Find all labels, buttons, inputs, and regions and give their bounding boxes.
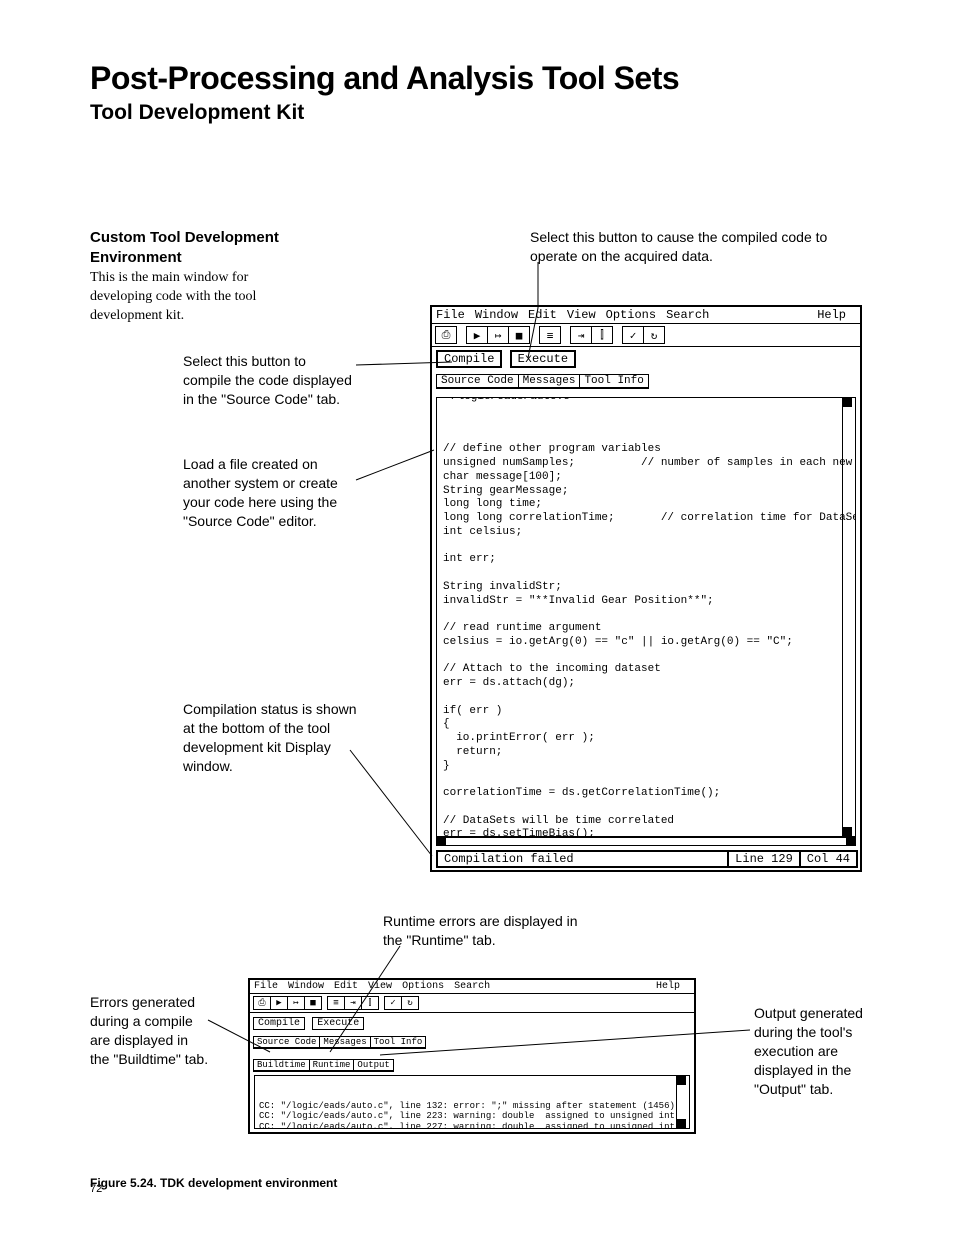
page-subtitle: Tool Development Kit bbox=[90, 101, 874, 125]
callout-runtime: Runtime errors are displayed in the "Run… bbox=[383, 912, 593, 950]
tab-tool-info[interactable]: Tool Info bbox=[370, 1036, 427, 1049]
menu-help[interactable]: Help bbox=[817, 308, 846, 322]
stop-icon[interactable]: ■ bbox=[508, 326, 530, 344]
menu-search[interactable]: Search bbox=[454, 981, 490, 992]
list-icon[interactable]: ≡ bbox=[327, 996, 345, 1010]
print-icon[interactable]: ⎙ bbox=[435, 326, 457, 344]
list-icon[interactable]: ≡ bbox=[539, 326, 561, 344]
check-icon[interactable]: ✓ bbox=[622, 326, 644, 344]
execute-button[interactable]: Execute bbox=[312, 1017, 364, 1030]
tab-source-code[interactable]: Source Code bbox=[253, 1036, 320, 1049]
split-icon[interactable]: ⫿ bbox=[591, 326, 613, 344]
group-icon[interactable]: ⇥ bbox=[344, 996, 362, 1010]
menu-edit[interactable]: Edit bbox=[528, 308, 557, 322]
menu-search[interactable]: Search bbox=[666, 308, 709, 322]
status-line: Line 129 bbox=[727, 850, 801, 868]
menu-file[interactable]: File bbox=[254, 981, 278, 992]
messages-output[interactable]: CC: "/logic/eads/auto.c", line 132: erro… bbox=[254, 1075, 690, 1129]
source-code-editor[interactable]: /logic/eads/auto.c // define other progr… bbox=[436, 397, 856, 837]
tab-messages[interactable]: Messages bbox=[518, 374, 581, 389]
tdk-messages-window: File Window Edit View Options Search Hel… bbox=[248, 978, 696, 1134]
print-icon[interactable]: ⎙ bbox=[253, 996, 271, 1010]
step-icon[interactable]: ↦ bbox=[287, 996, 305, 1010]
horizontal-scrollbar[interactable] bbox=[436, 837, 856, 846]
menubar-small: File Window Edit View Options Search Hel… bbox=[250, 980, 694, 994]
menu-options[interactable]: Options bbox=[402, 981, 444, 992]
tdk-main-window: File Window Edit View Options Search Hel… bbox=[430, 305, 862, 872]
page-title: Post-Processing and Analysis Tool Sets bbox=[90, 60, 874, 97]
loop-icon[interactable]: ↻ bbox=[643, 326, 665, 344]
tab-output[interactable]: Output bbox=[353, 1059, 393, 1072]
toolbar: ⎙ ▶ ↦ ■ ≡ ⇥ ⫿ ✓ ↻ bbox=[432, 324, 860, 347]
split-icon[interactable]: ⫿ bbox=[361, 996, 379, 1010]
compile-button[interactable]: Compile bbox=[436, 350, 502, 368]
group-icon[interactable]: ⇥ bbox=[570, 326, 592, 344]
compile-button[interactable]: Compile bbox=[253, 1017, 305, 1030]
tab-messages[interactable]: Messages bbox=[319, 1036, 370, 1049]
run-icon[interactable]: ▶ bbox=[466, 326, 488, 344]
vertical-scrollbar[interactable] bbox=[842, 398, 851, 836]
callout-output: Output generated during the tool's execu… bbox=[754, 1004, 874, 1098]
stop-icon[interactable]: ■ bbox=[304, 996, 322, 1010]
vertical-scrollbar[interactable] bbox=[676, 1076, 685, 1128]
figure-caption: Figure 5.24. TDK development environment bbox=[90, 1176, 337, 1190]
menubar: File Window Edit View Options Search Hel… bbox=[432, 307, 860, 324]
check-icon[interactable]: ✓ bbox=[384, 996, 402, 1010]
tab-source-code[interactable]: Source Code bbox=[436, 374, 519, 389]
menu-file[interactable]: File bbox=[436, 308, 465, 322]
source-code-text: // define other program variables unsign… bbox=[443, 443, 849, 837]
section-body: This is the main window for developing c… bbox=[90, 269, 280, 326]
upper-tabs: Source CodeMessagesTool Info bbox=[432, 370, 860, 391]
run-icon[interactable]: ▶ bbox=[270, 996, 288, 1010]
tab-runtime[interactable]: Runtime bbox=[309, 1059, 355, 1072]
menu-window[interactable]: Window bbox=[475, 308, 518, 322]
menu-edit[interactable]: Edit bbox=[334, 981, 358, 992]
toolbar-small: ⎙ ▶ ↦ ■ ≡ ⇥ ⫿ ✓ ↻ bbox=[250, 994, 694, 1013]
tab-buildtime[interactable]: Buildtime bbox=[253, 1059, 310, 1072]
execute-button[interactable]: Execute bbox=[510, 350, 576, 368]
tab-tool-info[interactable]: Tool Info bbox=[579, 374, 648, 389]
statusbar: Compilation failed Line 129 Col 44 bbox=[436, 850, 856, 868]
page-number: 72 bbox=[90, 1183, 102, 1195]
menu-options[interactable]: Options bbox=[606, 308, 656, 322]
step-icon[interactable]: ↦ bbox=[487, 326, 509, 344]
status-message: Compilation failed bbox=[436, 850, 729, 868]
callout-status: Compilation status is shown at the botto… bbox=[183, 700, 363, 776]
loop-icon[interactable]: ↻ bbox=[401, 996, 419, 1010]
callout-source-editor: Load a file created on another system or… bbox=[183, 455, 353, 531]
status-col: Col 44 bbox=[799, 850, 858, 868]
messages-text: CC: "/logic/eads/auto.c", line 132: erro… bbox=[259, 1101, 685, 1129]
section-heading: Custom Tool Development Environment bbox=[90, 228, 280, 267]
callout-execute: Select this button to cause the compiled… bbox=[530, 228, 830, 266]
menu-help[interactable]: Help bbox=[656, 981, 680, 992]
menu-view[interactable]: View bbox=[368, 981, 392, 992]
menu-view[interactable]: View bbox=[567, 308, 596, 322]
callout-buildtime: Errors generated during a compile are di… bbox=[90, 993, 210, 1069]
menu-window[interactable]: Window bbox=[288, 981, 324, 992]
callout-compile: Select this button to compile the code d… bbox=[183, 352, 353, 409]
source-file-path: /logic/eads/auto.c bbox=[447, 397, 574, 405]
